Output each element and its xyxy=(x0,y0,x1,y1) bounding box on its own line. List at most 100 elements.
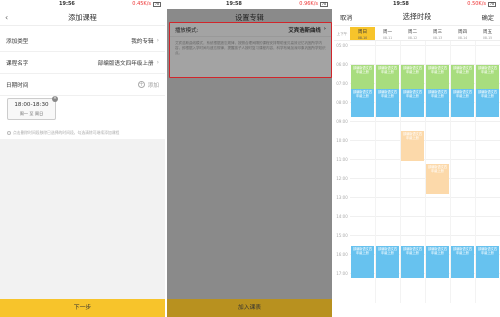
status-time: 19:56 xyxy=(59,1,75,7)
schedule-block[interactable]: 部编版语文四年级上册 xyxy=(426,164,449,194)
play-mode-row[interactable]: 播放模式: 艾宾浩斯曲线 › xyxy=(170,23,331,37)
nav-bar: 取消 选择时段 确定 xyxy=(334,9,500,26)
schedule-block[interactable]: 部编版语文四年级上册 xyxy=(376,246,399,278)
schedule-block[interactable]: 部编版语文四年级上册 xyxy=(476,246,499,278)
schedule-block[interactable]: 部编版语文四年级上册 xyxy=(451,65,474,89)
day-column-header[interactable]: 周五 08-15 xyxy=(475,27,500,40)
day-name: 周一 xyxy=(382,30,393,35)
day-name: 周二 xyxy=(407,30,418,35)
add-label: 添加 xyxy=(147,82,159,89)
play-mode-description: 艾宾浩斯曲线模式，系统根据遗忘规律，按照合理间隔的课程安排帮助宝贝高效记忆巩固所… xyxy=(175,41,326,55)
hour-label: 10:00 xyxy=(336,138,348,143)
grid-corner: 上下午 xyxy=(336,32,348,36)
hour-label: 07:00 xyxy=(336,81,348,86)
day-column-header[interactable]: 周四 08-14 xyxy=(450,27,475,40)
day-name: 周三 xyxy=(432,30,443,35)
schedule-block[interactable]: 部编版语文四年级上册 xyxy=(376,89,399,117)
chevron-right-icon: › xyxy=(156,59,159,66)
chevron-right-icon: › xyxy=(156,37,159,44)
status-bar: 19:58 0.96K/s 78 xyxy=(167,0,332,9)
checkbox-icon[interactable] xyxy=(7,131,11,135)
day-date: 08-13 xyxy=(432,36,443,40)
hour-label: 06:00 xyxy=(336,62,348,67)
plus-icon: + xyxy=(137,81,145,88)
schedule-block[interactable]: 部编版语文四年级上册 xyxy=(351,246,374,278)
page-title: 添加课程 xyxy=(68,13,97,22)
status-time: 19:58 xyxy=(393,1,409,7)
schedule-block[interactable]: 部编版语文四年级上册 xyxy=(426,246,449,278)
battery-icon: 78 xyxy=(488,2,496,7)
day-header: 上下午 周日 08-10 周一 08-11 周二 08-12 周三 08-13 周四 08… xyxy=(334,27,500,41)
day-column-header[interactable]: 周日 08-10 xyxy=(350,27,375,40)
network-speed: 0.96K/s xyxy=(299,1,318,7)
hour-label: 15:00 xyxy=(336,233,348,238)
day-column-header[interactable]: 周二 08-12 xyxy=(400,27,425,40)
schedule-block[interactable]: 部编版语文四年级上册 xyxy=(426,89,449,117)
day-date: 08-15 xyxy=(482,36,493,40)
chevron-right-icon: › xyxy=(323,25,326,32)
day-date: 08-11 xyxy=(382,36,393,40)
page-title: 设置专辑 xyxy=(235,13,264,22)
type-label: 添加类型 xyxy=(6,38,29,45)
page-title: 选择时段 xyxy=(402,12,432,21)
day-name: 周日 xyxy=(357,30,368,35)
network-speed: 0.50K/s xyxy=(467,1,486,7)
time-slot-card[interactable]: 18:00-18:30 周一 至 周日 × xyxy=(7,96,58,120)
schedule-block[interactable]: 部编版语文四年级上册 xyxy=(401,131,424,161)
day-column-header[interactable]: 周三 08-13 xyxy=(425,27,450,40)
schedule-block[interactable]: 部编版语文四年级上册 xyxy=(351,89,374,117)
schedule-block[interactable]: 部编版语文四年级上册 xyxy=(451,246,474,278)
next-button[interactable]: 下一步 xyxy=(0,299,165,317)
schedule-block[interactable]: 部编版语文四年级上册 xyxy=(426,65,449,89)
hint-label: 点击删除时间段移除已选择的时间段，勾选清除可继续添加课程 xyxy=(13,130,120,135)
network-speed: 0.45K/s xyxy=(132,1,151,7)
hint-text: 点击删除时间段移除已选择的时间段，勾选清除可继续添加课程 xyxy=(7,130,119,136)
delete-icon[interactable]: × xyxy=(52,96,58,102)
course-name-label: 课程名字 xyxy=(6,60,29,67)
day-name: 周四 xyxy=(457,30,468,35)
status-bar: 19:56 0.45K/s 78 xyxy=(0,0,165,9)
nav-bar: ‹ 添加课程 xyxy=(0,9,165,26)
schedule-block[interactable]: 部编版语文四年级上册 xyxy=(451,89,474,117)
day-date: 08-14 xyxy=(457,36,468,40)
play-mode-value: 艾宾浩斯曲线 xyxy=(288,27,321,34)
type-row[interactable]: 添加类型 我的专辑 › xyxy=(0,30,165,52)
cancel-button[interactable]: 取消 xyxy=(340,13,352,22)
time-slot-days: 周一 至 周日 xyxy=(19,111,44,116)
schedule-block[interactable]: 部编版语文四年级上册 xyxy=(376,65,399,89)
hour-label: 12:00 xyxy=(336,176,348,181)
album-settings-screen: 19:58 0.96K/s 78 设置专辑 播放模式: 艾宾浩斯曲线 › 艾宾浩斯… xyxy=(167,0,332,317)
battery-icon: 78 xyxy=(320,2,328,7)
hour-label: 17:00 xyxy=(336,271,348,276)
day-date: 08-12 xyxy=(407,36,418,40)
schedule-block[interactable]: 部编版语文四年级上册 xyxy=(401,246,424,278)
hour-label: 08:00 xyxy=(336,100,348,105)
play-mode-popup: 播放模式: 艾宾浩斯曲线 › 艾宾浩斯曲线模式，系统根据遗忘规律，按照合理间隔的课… xyxy=(169,22,332,78)
schedule-block[interactable]: 部编版语文四年级上册 xyxy=(401,89,424,117)
course-name-value: 部编版语文四年级上册 xyxy=(97,60,154,67)
datetime-label: 日期时间 xyxy=(6,82,29,89)
day-column-header[interactable]: 周一 08-11 xyxy=(375,27,400,40)
add-time-button[interactable]: + 添加 xyxy=(137,81,159,89)
schedule-block[interactable]: 部编版语文四年级上册 xyxy=(476,89,499,117)
schedule-block[interactable]: 部编版语文四年级上册 xyxy=(401,65,424,89)
add-course-screen: 19:56 0.45K/s 78 ‹ 添加课程 添加类型 我的专辑 › 课程名字 … xyxy=(0,0,165,317)
battery-icon: 78 xyxy=(153,2,161,7)
play-mode-label: 播放模式: xyxy=(175,27,199,34)
back-arrow-icon[interactable]: ‹ xyxy=(5,9,8,26)
add-to-schedule-button[interactable]: 加入课表 xyxy=(167,299,332,317)
time-slot-range: 18:00-18:30 xyxy=(14,102,49,108)
hour-label: 05:00 xyxy=(336,43,348,48)
type-value: 我的专辑 xyxy=(131,38,154,45)
schedule-block[interactable]: 部编版语文四年级上册 xyxy=(351,65,374,89)
hour-label: 13:00 xyxy=(336,195,348,200)
status-bar: 19:58 0.50K/s 78 xyxy=(334,0,500,9)
confirm-button[interactable]: 确定 xyxy=(482,13,494,22)
course-name-row[interactable]: 课程名字 部编版语文四年级上册 › xyxy=(0,52,165,74)
hour-label: 09:00 xyxy=(336,119,348,124)
select-time-screen: 19:58 0.50K/s 78 取消 选择时段 确定 上下午 周日 08-10 … xyxy=(334,0,500,317)
day-date: 08-10 xyxy=(357,36,368,40)
empty-area xyxy=(0,139,165,299)
schedule-block[interactable]: 部编版语文四年级上册 xyxy=(476,65,499,89)
time-grid-body[interactable]: 05:00 06:00 07:00 08:00 09:00 10:00 11:00 12:00… xyxy=(334,41,500,303)
